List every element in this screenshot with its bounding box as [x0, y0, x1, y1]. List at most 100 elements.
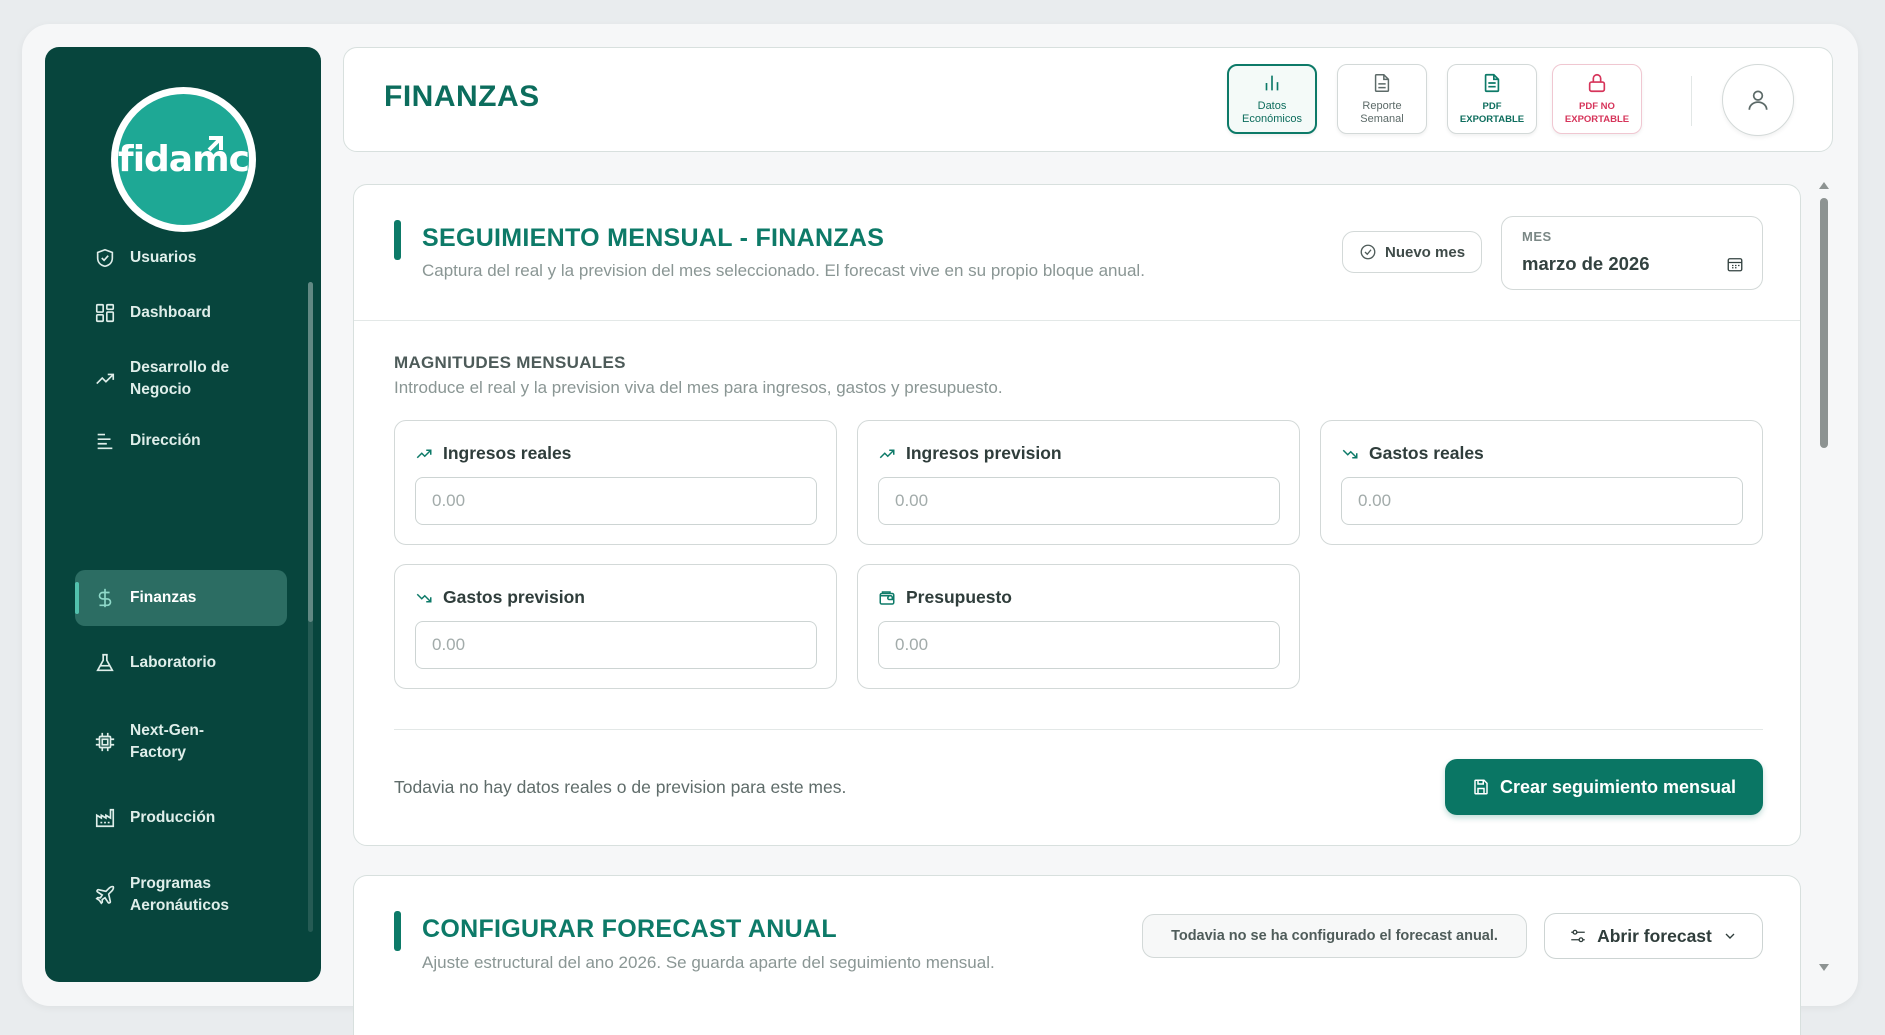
sidebar-item-direccion[interactable]: Dirección [75, 430, 287, 452]
empty-state-message: Todavia no hay datos reales o de previsi… [394, 777, 847, 797]
chevron-down-icon [1725, 933, 1735, 939]
sidebar-item-label: Next-Gen-Factory [130, 722, 205, 761]
bar-chart-icon [1265, 75, 1279, 91]
gastos-reales-field: Gastos reales [1320, 420, 1763, 545]
ingresos-prevision-field: Ingresos prevision [857, 420, 1300, 545]
forecast-status-badge: Todavia no se ha configurado el forecast… [1142, 914, 1527, 958]
top-header: FINANZAS Datos Económicos Reporte Semana… [343, 47, 1833, 152]
sidebar-item-label: Laboratorio [130, 654, 217, 671]
page-title: FINANZAS [384, 80, 540, 113]
sidebar-item-label: Programas Aeronáuticos [130, 875, 230, 914]
logo-arrow-icon [207, 136, 223, 152]
create-monthly-tracking-button[interactable]: Crear seguimiento mensual [1445, 759, 1763, 815]
gastos-prevision-input[interactable] [415, 621, 817, 669]
scroll-up-arrow-icon[interactable] [1819, 182, 1829, 189]
section-subtitle: Captura del real y la prevision del mes … [422, 261, 1145, 280]
cpu-icon [95, 732, 115, 752]
monthly-tracking-card: SEGUIMIENTO MENSUAL - FINANZAS Captura d… [353, 184, 1801, 846]
flask-icon [96, 653, 114, 672]
button-label: Abrir forecast [1597, 925, 1712, 946]
section-accent [394, 911, 401, 951]
trending-up-icon [96, 373, 115, 385]
group-title: MAGNITUDES MENSUALES [394, 353, 626, 372]
datos-economicos-button[interactable]: Datos Económicos [1227, 64, 1317, 134]
scroll-thumb[interactable] [1820, 198, 1828, 448]
field-label: Presupuesto [906, 587, 1012, 607]
layout-grid-icon [95, 303, 115, 323]
section-accent [394, 220, 401, 260]
sidebar-item-label: Producción [130, 809, 216, 826]
scroll-down-arrow-icon[interactable] [1819, 964, 1829, 971]
sidebar-item-label: Dirección [130, 432, 201, 449]
button-label: PDF EXPORTABLE [1459, 101, 1525, 125]
factory-icon [95, 808, 115, 828]
save-icon [1474, 779, 1488, 795]
file-text-icon [1484, 73, 1500, 93]
main-scrollbar[interactable] [1817, 180, 1829, 980]
group-subtitle: Introduce el real y la prevision viva de… [394, 378, 1003, 397]
button-label: PDF NO EXPORTABLE [1564, 101, 1630, 125]
open-forecast-button[interactable]: Abrir forecast [1544, 913, 1763, 959]
gastos-prevision-field: Gastos prevision [394, 564, 837, 689]
plane-icon [95, 885, 115, 905]
field-label: Gastos reales [1369, 443, 1484, 463]
footer-divider [394, 729, 1763, 730]
ingresos-reales-field: Ingresos reales [394, 420, 837, 545]
ingresos-reales-input[interactable] [415, 477, 817, 525]
logo[interactable]: fidamc [111, 87, 256, 232]
trending-up-icon [416, 449, 432, 458]
align-left-icon [97, 433, 113, 450]
sidebar: fidamc Usuarios Dashboard Desarrollo de … [45, 47, 321, 982]
new-month-label: Nuevo mes [1385, 243, 1466, 261]
header-divider [1691, 76, 1692, 126]
calendar-icon[interactable] [1726, 255, 1744, 273]
dollar-icon [98, 588, 112, 608]
field-label: Ingresos reales [443, 443, 572, 463]
lock-icon [1588, 73, 1606, 93]
reporte-semanal-button[interactable]: Reporte Semanal [1337, 64, 1427, 134]
shield-check-icon [96, 248, 114, 268]
logo-text: fidamc [118, 139, 250, 180]
gastos-reales-input[interactable] [1341, 477, 1743, 525]
sidebar-item-next-gen-factory[interactable]: Next-Gen-Factory [75, 720, 245, 764]
sidebar-item-usuarios[interactable]: Usuarios [75, 247, 287, 269]
pdf-exportable-button[interactable]: PDF EXPORTABLE [1447, 64, 1537, 134]
section-divider [354, 320, 1800, 321]
month-picker[interactable]: MES marzo de 2026 [1501, 216, 1763, 290]
trending-down-icon [1342, 449, 1358, 458]
section-title: SEGUIMIENTO MENSUAL - FINANZAS [422, 224, 885, 252]
sidebar-item-laboratorio[interactable]: Laboratorio [75, 652, 287, 674]
button-label: Crear seguimiento mensual [1499, 776, 1737, 797]
sidebar-item-finanzas[interactable]: Finanzas [75, 570, 287, 626]
sidebar-item-programas-aeronauticos[interactable]: Programas Aeronáuticos [75, 873, 255, 917]
sidebar-item-label: Desarrollo de Negocio [130, 359, 230, 398]
month-label: MES [1522, 229, 1552, 244]
avatar[interactable] [1722, 64, 1794, 136]
pdf-no-exportable-button[interactable]: PDF NO EXPORTABLE [1552, 64, 1642, 134]
trending-down-icon [416, 593, 432, 602]
field-label: Gastos prevision [443, 587, 585, 607]
ingresos-prevision-input[interactable] [878, 477, 1280, 525]
trending-up-icon [879, 449, 895, 458]
button-label: Datos Económicos [1242, 100, 1302, 125]
sidebar-scrollbar[interactable] [308, 282, 313, 932]
button-label: Reporte Semanal [1360, 100, 1404, 125]
field-label: Ingresos prevision [906, 443, 1062, 463]
sidebar-item-label: Finanzas [130, 589, 197, 606]
annual-forecast-card: CONFIGURAR FORECAST ANUAL Ajuste estruct… [353, 875, 1801, 1035]
sidebar-item-dashboard[interactable]: Dashboard [75, 302, 287, 324]
section-subtitle: Ajuste estructural del ano 2026. Se guar… [422, 953, 995, 972]
sidebar-item-label: Dashboard [130, 304, 211, 321]
sidebar-item-label: Usuarios [130, 249, 197, 266]
sidebar-item-desarrollo-negocio[interactable]: Desarrollo de Negocio [75, 357, 275, 401]
presupuesto-input[interactable] [878, 621, 1280, 669]
user-icon [1748, 90, 1768, 110]
month-value: marzo de 2026 [1522, 253, 1650, 274]
sidebar-item-produccion[interactable]: Producción [75, 807, 287, 829]
new-month-button[interactable]: Nuevo mes [1342, 231, 1483, 273]
presupuesto-field: Presupuesto [857, 564, 1300, 689]
sliders-icon [1571, 929, 1585, 943]
file-icon [1374, 74, 1390, 92]
wallet-icon [879, 590, 895, 605]
check-circle-icon [1360, 244, 1376, 260]
